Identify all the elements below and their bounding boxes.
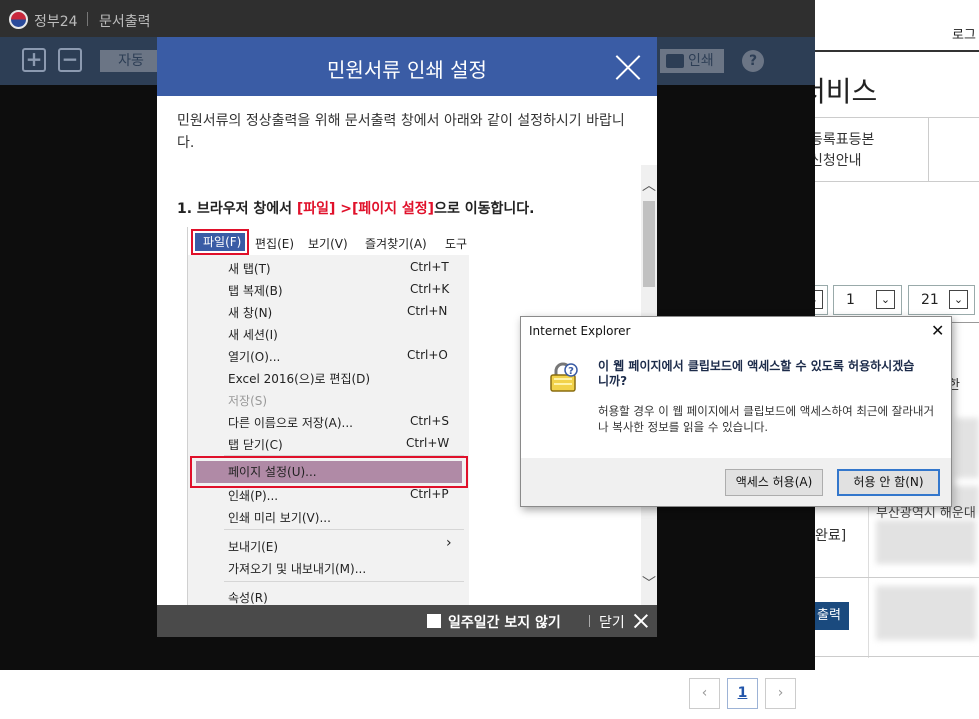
divider: [87, 12, 88, 26]
dialog-title: 민원서류 인쇄 설정: [327, 58, 487, 82]
login-link[interactable]: 로그: [952, 24, 976, 43]
blurred-content: [876, 586, 976, 640]
menu-separator: [224, 581, 464, 582]
window-title: 문서출력: [99, 14, 151, 30]
ie-file-menu-screenshot: 파일(F) 편집(E) 보기(V) 즐겨찾기(A) 도구 새 탭(T) Ctrl…: [187, 227, 469, 607]
checkbox-label[interactable]: 일주일간 보지 않기: [448, 612, 561, 632]
divider: [815, 577, 979, 578]
divider: [815, 117, 979, 118]
menubar-tools: 도구: [445, 237, 468, 251]
menu-shortcut: Ctrl+W: [406, 436, 450, 450]
zoom-out-button[interactable]: −: [58, 48, 82, 72]
pagination-prev-button[interactable]: ‹: [689, 678, 720, 709]
menu-item: 인쇄 미리 보기(V)...: [228, 511, 331, 525]
menu-shortcut: Ctrl+T: [410, 260, 449, 274]
zoom-auto-select[interactable]: 자동: [100, 50, 162, 72]
alert-description: 허용할 경우 이 웹 페이지에서 클립보드에 액세스하여 최근에 잘라내거나 복…: [598, 404, 935, 434]
help-button[interactable]: ?: [742, 50, 764, 72]
menu-item: 보내기(E): [228, 540, 279, 554]
menubar-file: 파일(F): [195, 233, 245, 251]
dialog-footer: 일주일간 보지 않기 닫기: [157, 605, 657, 637]
step-text: 으로 이동합니다.: [434, 201, 535, 217]
close-icon[interactable]: ✕: [931, 321, 944, 340]
menu-shortcut: Ctrl+P: [410, 487, 449, 501]
header-divider: [815, 50, 979, 52]
menubar-view: 보기(V): [308, 237, 348, 251]
menu-item: 속성(R): [228, 591, 268, 605]
pagination-next-button[interactable]: ›: [765, 678, 796, 709]
brand-name: 정부24: [34, 14, 78, 30]
pagination-page-1[interactable]: 1: [727, 678, 758, 709]
menu-separator: [224, 529, 464, 530]
menubar-edit: 편집(E): [255, 237, 295, 251]
blurred-content: [876, 520, 976, 564]
menu-item: 새 창(N): [228, 306, 273, 320]
scrollbar-thumb[interactable]: [643, 201, 655, 287]
menubar-favorites: 즐겨찾기(A): [365, 237, 427, 251]
page-setup-highlight: 페이지 설정(U)...: [190, 456, 468, 488]
scroll-up-icon[interactable]: ︿: [642, 175, 656, 195]
menu-item: 인쇄(P)...: [228, 489, 279, 503]
divider: [589, 615, 590, 627]
menu-shortcut: Ctrl+K: [410, 282, 450, 296]
select-month[interactable]: 1 ⌄: [833, 285, 902, 315]
close-icon[interactable]: [615, 54, 641, 80]
step-1-instruction: 1. 브라우저 창에서 [파일] >[페이지 설정]으로 이동합니다.: [177, 198, 534, 218]
menu-item-resident-registration[interactable]: 등록표등본 신청안내: [810, 130, 874, 172]
divider: [815, 181, 979, 182]
menu-item: 가져오기 및 내보내기(M)...: [228, 562, 367, 576]
menu-line: 등록표등본: [810, 132, 875, 148]
file-menu-highlight: 파일(F): [191, 229, 249, 255]
deny-access-button[interactable]: 허용 안 함(N): [837, 469, 940, 496]
menu-item: Excel 2016(으)로 편집(D): [228, 372, 371, 386]
menu-shortcut: Ctrl+S: [410, 414, 450, 428]
print-label: 인쇄: [688, 53, 714, 69]
select-day[interactable]: 21 ⌄: [908, 285, 975, 315]
select-value: 21: [921, 292, 939, 308]
svg-text:?: ?: [568, 366, 574, 377]
chevron-down-icon: ⌄: [949, 290, 968, 309]
menu-line: 신청안내: [810, 153, 862, 169]
dialog-header: 민원서류 인쇄 설정: [157, 37, 657, 96]
alert-titlebar: Internet Explorer ✕: [521, 317, 951, 345]
gov24-logo-icon: [9, 10, 28, 29]
step-text: 1. 브라우저 창에서: [177, 201, 297, 217]
security-warning-icon: ?: [550, 362, 578, 392]
divider: [815, 656, 979, 657]
step-highlight: [파일] >[페이지 설정]: [296, 201, 435, 217]
footer-close-button[interactable]: 닫기: [599, 612, 625, 632]
scroll-down-icon[interactable]: ﹀: [642, 573, 656, 593]
menu-item: 탭 복제(B): [228, 284, 283, 298]
print-output-button[interactable]: 출력: [809, 602, 849, 630]
alert-question: 이 웹 페이지에서 클립보드에 액세스할 수 있도록 허용하시겠습니까?: [598, 359, 915, 388]
zoom-in-button[interactable]: +: [22, 48, 46, 72]
blurred-content: [955, 418, 979, 478]
print-button[interactable]: 인쇄: [660, 49, 724, 73]
status-text: 완료]: [815, 528, 847, 544]
menu-item: 저장(S): [228, 394, 268, 408]
close-icon[interactable]: [634, 614, 648, 628]
chevron-down-icon: ⌄: [876, 290, 895, 309]
submenu-arrow-icon: ›: [446, 535, 452, 551]
alert-body: ? 이 웹 페이지에서 클립보드에 액세스할 수 있도록 허용하시겠습니까? 허…: [521, 345, 951, 458]
menu-item: 새 세션(I): [228, 328, 278, 342]
alert-title: Internet Explorer: [529, 324, 631, 338]
menu-item: 열기(O)...: [228, 350, 281, 364]
menu-shortcut: Ctrl+N: [407, 304, 448, 318]
select-value: 1: [846, 292, 855, 308]
viewer-titlebar: 정부24 문서출력: [0, 0, 815, 37]
divider: [928, 118, 929, 182]
menubar: 파일(F) 편집(E) 보기(V) 즐겨찾기(A) 도구: [188, 227, 469, 255]
ie-clipboard-alert: Internet Explorer ✕ ? 이 웹 페이지에서 클립보드에 액세…: [520, 316, 952, 507]
menu-item: 다른 이름으로 저장(A)...: [228, 416, 353, 430]
allow-access-button[interactable]: 액세스 허용(A): [725, 469, 823, 496]
printer-icon: [666, 54, 684, 68]
dialog-intro-text: 민원서류의 정상출력을 위해 문서출력 창에서 아래와 같이 설정하시기 바랍니…: [177, 113, 625, 151]
menu-shortcut: Ctrl+O: [407, 348, 448, 362]
menu-item: 새 탭(T): [228, 262, 271, 276]
dont-show-week-checkbox[interactable]: [427, 614, 441, 628]
menu-item-page-setup: 페이지 설정(U)...: [196, 461, 462, 483]
menu-item: 탭 닫기(C): [228, 438, 283, 452]
